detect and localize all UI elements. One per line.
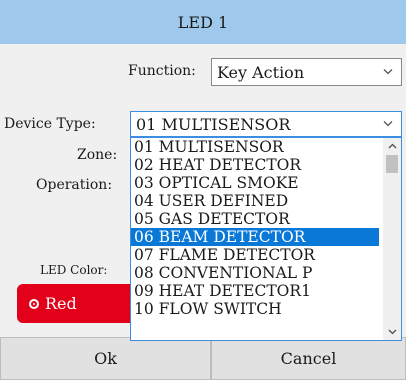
dropdown-option[interactable]: 02 HEAT DETECTOR <box>131 156 379 174</box>
device-type-label: Device Type: <box>4 116 96 132</box>
led-color-label: LED Color: <box>40 263 108 277</box>
cancel-button-label: Cancel <box>280 349 337 368</box>
dropdown-scrollbar[interactable] <box>383 138 401 340</box>
led-color-red-option[interactable]: Red <box>17 284 130 323</box>
radio-selected-icon <box>29 298 39 309</box>
function-label: Function: <box>128 63 196 79</box>
chevron-down-icon <box>383 121 393 127</box>
led-dialog: LED 1 Function: Key Action Device Type: … <box>0 0 406 380</box>
ok-button-label: Ok <box>94 349 117 368</box>
device-type-select[interactable]: 01 MULTISENSOR <box>130 111 402 137</box>
device-type-select-value: 01 MULTISENSOR <box>136 114 291 134</box>
dropdown-option-highlighted[interactable]: 06 BEAM DETECTOR <box>131 228 379 246</box>
dropdown-option[interactable]: 08 CONVENTIONAL P <box>131 264 379 282</box>
device-type-dropdown-list[interactable]: 01 MULTISENSOR 02 HEAT DETECTOR 03 OPTIC… <box>130 137 402 341</box>
zone-label: Zone: <box>77 147 118 163</box>
function-select-value: Key Action <box>217 62 305 82</box>
led-color-red-label: Red <box>45 294 77 313</box>
ok-button[interactable]: Ok <box>0 337 211 380</box>
dialog-titlebar: LED 1 <box>0 0 406 44</box>
scroll-down-icon[interactable] <box>383 324 401 340</box>
cancel-button[interactable]: Cancel <box>211 337 406 380</box>
scroll-up-icon[interactable] <box>383 138 401 154</box>
dropdown-option[interactable]: 09 HEAT DETECTOR1 <box>131 282 379 300</box>
dropdown-option[interactable]: 04 USER DEFINED <box>131 192 379 210</box>
dropdown-option[interactable]: 05 GAS DETECTOR <box>131 210 379 228</box>
dialog-title: LED 1 <box>177 12 229 32</box>
dropdown-option[interactable]: 07 FLAME DETECTOR <box>131 246 379 264</box>
dropdown-option[interactable]: 01 MULTISENSOR <box>131 138 379 156</box>
dropdown-option[interactable]: 10 FLOW SWITCH <box>131 300 379 318</box>
operation-label: Operation: <box>36 177 113 193</box>
function-select[interactable]: Key Action <box>211 58 402 86</box>
chevron-down-icon <box>383 69 393 75</box>
scrollbar-thumb[interactable] <box>386 155 398 173</box>
dropdown-option[interactable]: 03 OPTICAL SMOKE <box>131 174 379 192</box>
